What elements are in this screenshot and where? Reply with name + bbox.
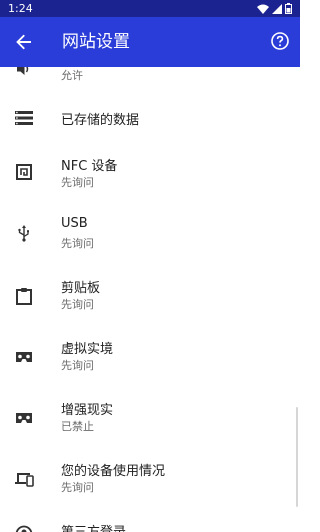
list-item-title: 第三方登录 [61,521,126,532]
list-item-subtitle: 先询问 [61,237,94,250]
list-item-clipboard[interactable]: 剪贴板 先询问 [0,272,300,322]
site-settings-list: 允许 已存储的数据 NFC 设备 先询问 USB 先询问 剪贴板 先询问 虚拟实… [0,67,300,532]
list-item-title: 已存储的数据 [61,113,140,128]
list-item-title: NFC 设备 [61,159,118,174]
back-button[interactable] [12,30,36,54]
help-icon [271,32,289,50]
ar-headset-icon [14,408,34,428]
list-item-title: 虚拟实境 [61,342,114,357]
scrollbar[interactable] [296,407,298,507]
wifi-icon [257,4,269,14]
list-item-stored-data[interactable]: 已存储的数据 [0,98,300,138]
list-item-subtitle: 先询问 [61,359,94,372]
status-bar: 1:24 [0,0,300,17]
list-item-subtitle: 先询问 [61,176,94,189]
signal-icon [272,3,282,14]
nfc-icon [14,162,34,182]
status-icons [257,3,292,14]
list-item-title: USB [61,216,88,231]
list-item-device-usage[interactable]: 您的设备使用情况 先询问 [0,455,300,505]
list-item-subtitle: 允许 [61,69,83,82]
account-icon [14,524,34,532]
storage-icon [14,108,34,128]
list-item-nfc[interactable]: NFC 设备 先询问 [0,150,300,200]
list-item-virtual-reality[interactable]: 虚拟实境 先询问 [0,333,300,383]
list-item-subtitle: 先询问 [61,298,94,311]
page-title: 网站设置 [62,32,130,52]
usb-icon [14,223,34,243]
volume-icon [14,67,34,79]
list-item-augmented-reality[interactable]: 增强现实 已禁止 [0,394,300,444]
devices-icon [14,469,34,489]
list-item-sound[interactable]: 允许 [0,67,300,97]
status-time: 1:24 [8,2,33,15]
clipboard-icon [14,286,34,306]
app-bar: 网站设置 [0,17,300,67]
list-item-subtitle: 先询问 [61,481,94,494]
list-item-third-party-sign-in[interactable]: 第三方登录 [0,516,300,532]
help-button[interactable] [270,31,290,51]
list-item-title: 增强现实 [61,403,114,418]
list-item-subtitle: 已禁止 [61,420,94,433]
list-item-title: 剪贴板 [61,281,101,296]
list-item-title: 您的设备使用情况 [61,464,166,479]
arrow-back-icon [16,34,31,50]
list-item-usb[interactable]: USB 先询问 [0,211,300,261]
battery-icon [285,3,292,14]
vr-headset-icon [14,347,34,367]
